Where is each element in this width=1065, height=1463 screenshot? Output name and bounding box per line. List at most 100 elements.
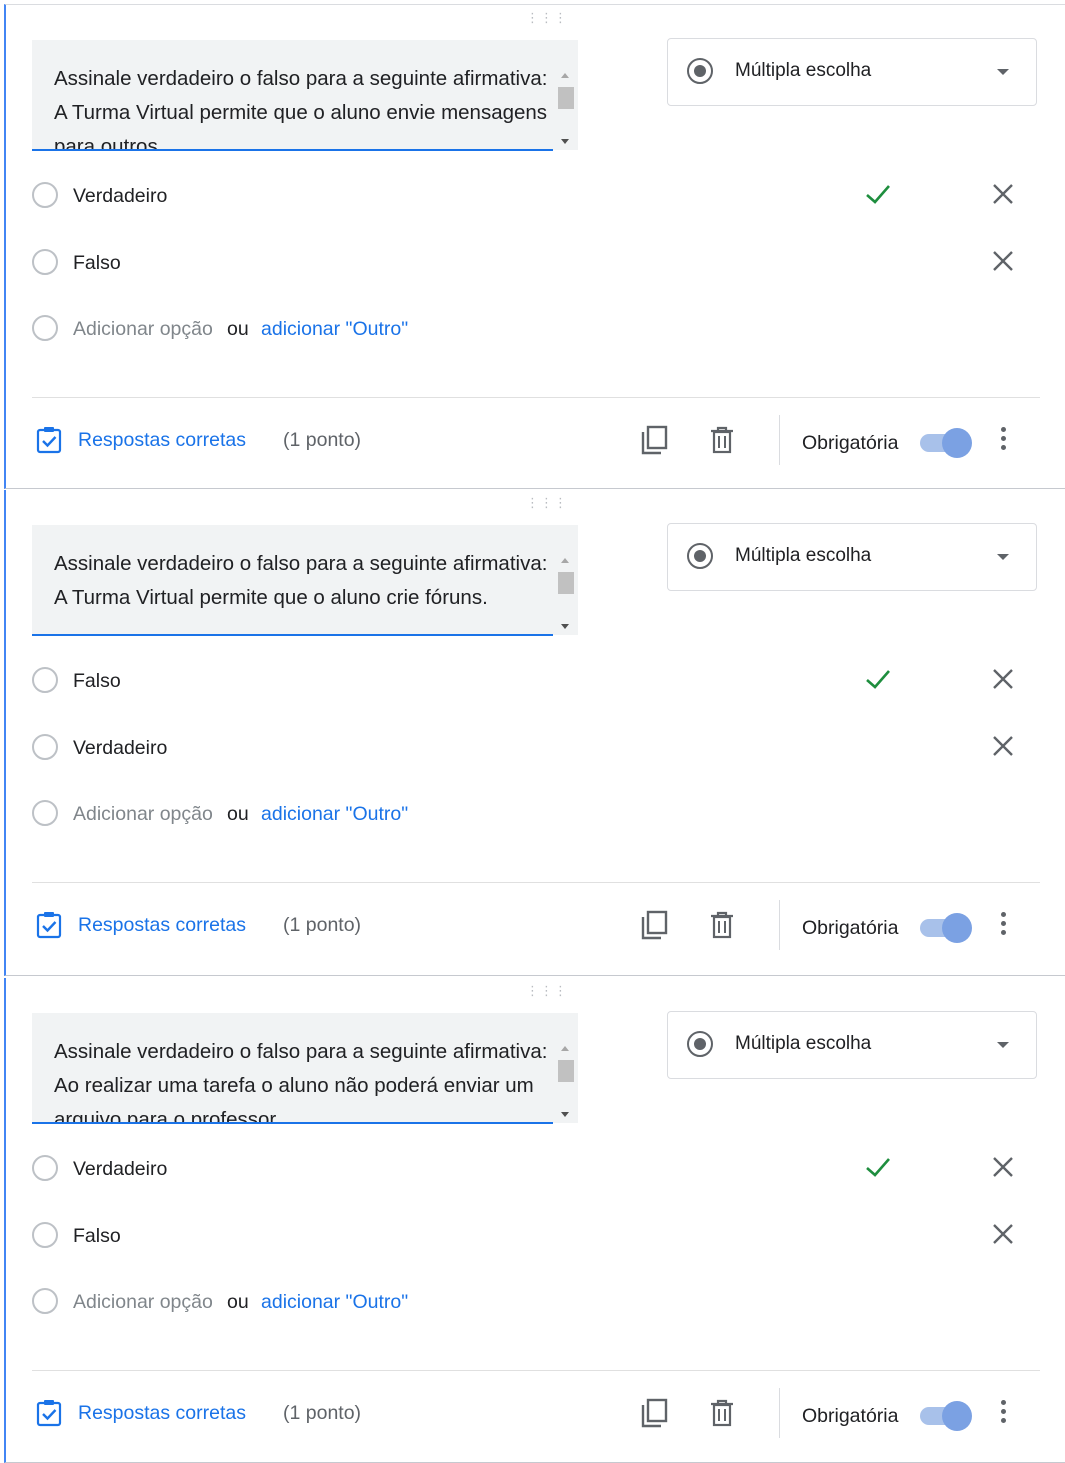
add-other-link[interactable]: adicionar "Outro" xyxy=(261,803,408,826)
drag-handle-icon[interactable]: ⋮⋮⋮ xyxy=(526,496,567,512)
toggle-thumb xyxy=(942,428,972,458)
question-underline xyxy=(32,149,553,151)
answer-key-icon[interactable] xyxy=(36,426,62,454)
scroll-up-icon[interactable] xyxy=(561,73,569,78)
scroll-thumb[interactable] xyxy=(558,572,574,594)
option-row: Verdadeiro xyxy=(32,729,1042,769)
question-scrollbar[interactable] xyxy=(555,552,577,634)
footer-separator xyxy=(779,1388,780,1438)
option-radio[interactable] xyxy=(32,1222,58,1248)
copy-icon[interactable] xyxy=(640,1397,670,1429)
question-text[interactable]: Assinale verdadeiro o falso para a segui… xyxy=(54,62,554,150)
option-radio[interactable] xyxy=(32,667,58,693)
option-label[interactable]: Falso xyxy=(73,1225,121,1248)
points-label: (1 ponto) xyxy=(283,1402,362,1424)
option-label[interactable]: Verdadeiro xyxy=(73,737,167,760)
close-icon[interactable] xyxy=(990,1154,1016,1180)
option-label[interactable]: Falso xyxy=(73,252,121,275)
points-label: (1 ponto) xyxy=(283,429,362,451)
question-type-select[interactable]: Múltipla escolha xyxy=(667,523,1037,591)
copy-icon[interactable] xyxy=(640,909,670,941)
option-label[interactable]: Verdadeiro xyxy=(73,185,167,208)
check-icon xyxy=(866,185,890,204)
scroll-down-icon[interactable] xyxy=(561,1112,569,1117)
close-icon[interactable] xyxy=(990,733,1016,759)
copy-icon[interactable] xyxy=(640,424,670,456)
chevron-down-icon xyxy=(997,69,1009,75)
option-radio xyxy=(32,800,58,826)
scroll-down-icon[interactable] xyxy=(561,139,569,144)
scroll-thumb[interactable] xyxy=(558,87,574,109)
answer-key-button[interactable]: Respostas corretas xyxy=(78,429,246,452)
more-vert-icon[interactable] xyxy=(997,427,1009,455)
footer-divider xyxy=(32,1370,1040,1371)
close-icon[interactable] xyxy=(990,1221,1016,1247)
footer-separator xyxy=(779,900,780,950)
option-label[interactable]: Verdadeiro xyxy=(73,1158,167,1181)
question-footer: Respostas corretas (1 ponto) Obrigatória xyxy=(32,415,1042,465)
toggle-thumb xyxy=(942,1401,972,1431)
trash-icon[interactable] xyxy=(709,426,735,454)
option-radio[interactable] xyxy=(32,1155,58,1181)
option-row: Falso xyxy=(32,662,1042,702)
question-scrollbar[interactable] xyxy=(555,1040,577,1122)
or-label: ou xyxy=(227,318,249,340)
option-row: Falso xyxy=(32,1217,1042,1257)
answer-key-button[interactable]: Respostas corretas xyxy=(78,914,246,937)
option-radio[interactable] xyxy=(32,249,58,275)
scroll-down-icon[interactable] xyxy=(561,624,569,629)
add-other-link[interactable]: adicionar "Outro" xyxy=(261,318,408,341)
scroll-thumb[interactable] xyxy=(558,1060,574,1082)
question-scrollbar[interactable] xyxy=(555,67,577,149)
close-icon[interactable] xyxy=(990,666,1016,692)
add-option-row: Adicionar opção ou adicionar "Outro" xyxy=(32,310,1042,350)
question-field[interactable]: Assinale verdadeiro o falso para a segui… xyxy=(32,525,578,635)
required-toggle[interactable] xyxy=(918,912,974,943)
drag-handle-icon[interactable]: ⋮⋮⋮ xyxy=(526,11,567,27)
required-toggle[interactable] xyxy=(918,427,974,458)
more-vert-icon[interactable] xyxy=(997,1400,1009,1428)
question-type-select[interactable]: Múltipla escolha xyxy=(667,1011,1037,1079)
option-row: Verdadeiro xyxy=(32,1150,1042,1190)
option-label[interactable]: Falso xyxy=(73,670,121,693)
chevron-down-icon xyxy=(997,554,1009,560)
option-radio[interactable] xyxy=(32,182,58,208)
trash-icon[interactable] xyxy=(709,1399,735,1427)
question-type-select[interactable]: Múltipla escolha xyxy=(667,38,1037,106)
toggle-thumb xyxy=(942,913,972,943)
question-card[interactable]: ⋮⋮⋮ Assinale verdadeiro o falso para a s… xyxy=(4,4,1065,489)
radio-button-icon xyxy=(687,58,713,84)
question-card[interactable]: ⋮⋮⋮ Assinale verdadeiro o falso para a s… xyxy=(4,978,1065,1463)
drag-handle-icon[interactable]: ⋮⋮⋮ xyxy=(526,984,567,1000)
close-icon[interactable] xyxy=(990,181,1016,207)
scroll-up-icon[interactable] xyxy=(561,1046,569,1051)
footer-divider xyxy=(32,882,1040,883)
close-icon[interactable] xyxy=(990,248,1016,274)
option-radio[interactable] xyxy=(32,734,58,760)
check-icon xyxy=(866,670,890,689)
question-field[interactable]: Assinale verdadeiro o falso para a segui… xyxy=(32,40,578,150)
question-card[interactable]: ⋮⋮⋮ Assinale verdadeiro o falso para a s… xyxy=(4,490,1065,976)
add-option-row: Adicionar opção ou adicionar "Outro" xyxy=(32,795,1042,835)
add-option-row: Adicionar opção ou adicionar "Outro" xyxy=(32,1283,1042,1323)
add-option-button[interactable]: Adicionar opção xyxy=(73,803,213,826)
required-toggle[interactable] xyxy=(918,1400,974,1431)
question-field[interactable]: Assinale verdadeiro o falso para a segui… xyxy=(32,1013,578,1123)
more-vert-icon[interactable] xyxy=(997,912,1009,940)
trash-icon[interactable] xyxy=(709,911,735,939)
answer-key-icon[interactable] xyxy=(36,911,62,939)
scroll-up-icon[interactable] xyxy=(561,558,569,563)
add-option-button[interactable]: Adicionar opção xyxy=(73,1291,213,1314)
or-label: ou xyxy=(227,803,249,825)
required-label: Obrigatória xyxy=(802,917,899,939)
question-text[interactable]: Assinale verdadeiro o falso para a segui… xyxy=(54,547,554,615)
question-footer: Respostas corretas (1 ponto) Obrigatória xyxy=(32,1388,1042,1438)
option-row: Falso xyxy=(32,244,1042,284)
answer-key-button[interactable]: Respostas corretas xyxy=(78,1402,246,1425)
answer-key-icon[interactable] xyxy=(36,1399,62,1427)
add-other-link[interactable]: adicionar "Outro" xyxy=(261,1291,408,1314)
add-option-button[interactable]: Adicionar opção xyxy=(73,318,213,341)
check-icon xyxy=(866,1158,890,1177)
footer-divider xyxy=(32,397,1040,398)
question-text[interactable]: Assinale verdadeiro o falso para a segui… xyxy=(54,1035,554,1123)
